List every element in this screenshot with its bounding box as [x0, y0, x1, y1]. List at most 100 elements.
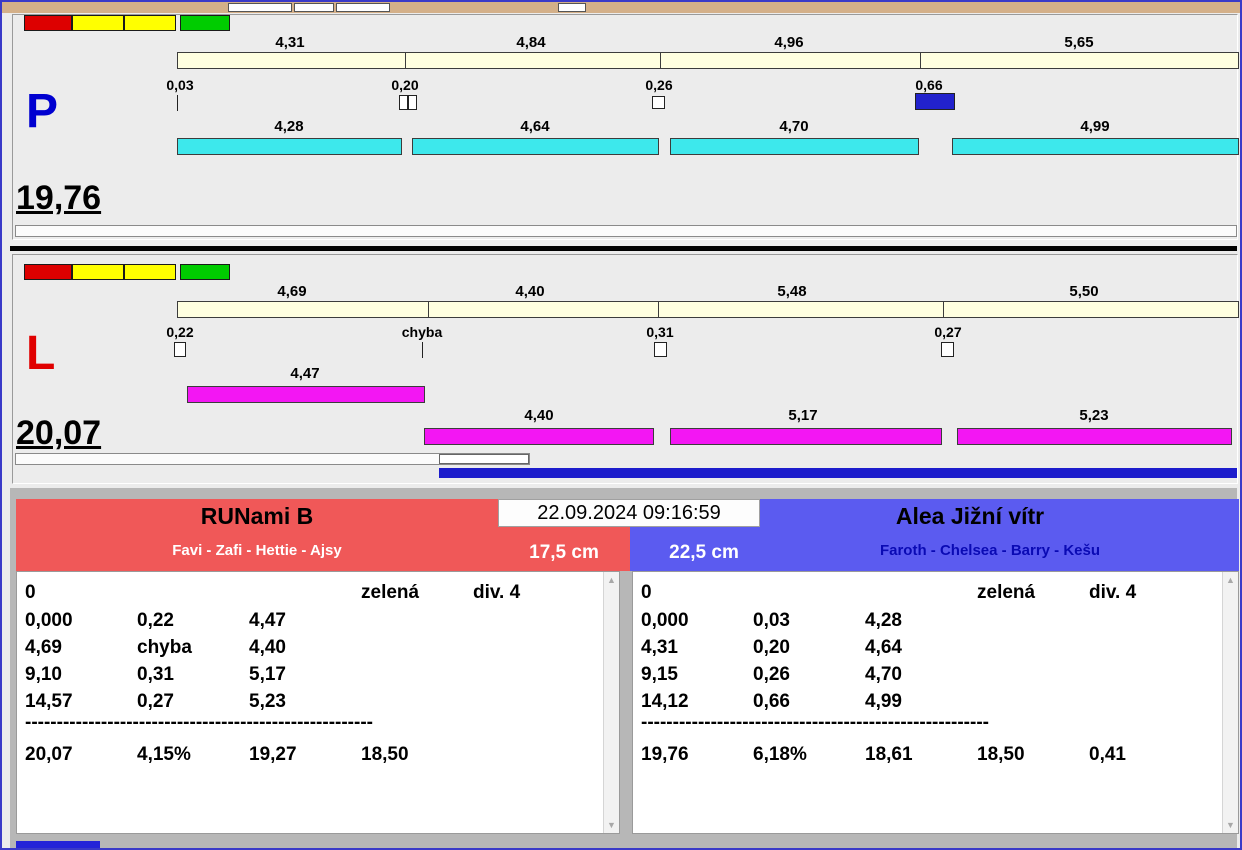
lane-p-split-label: 5,65	[1064, 34, 1094, 51]
titlebar-strip	[2, 2, 1240, 13]
lane-p-letter: P	[26, 85, 59, 138]
lane-p-run-label: 4,64	[520, 118, 550, 135]
total-net: 18,61	[865, 744, 913, 765]
scroll-up-icon[interactable]: ▲	[1223, 572, 1238, 588]
lane-l-change-label: 0,31	[646, 324, 674, 340]
team-left-name: RUNami B	[200, 503, 314, 529]
run-time: 5,17	[249, 664, 286, 685]
split-time: 14,12	[641, 691, 689, 712]
lane-p-run-bar	[412, 138, 659, 155]
result-divider: ----------------------------------------…	[641, 712, 989, 733]
lane-l-change-label: 0,27	[934, 324, 962, 340]
change-marker-box	[652, 96, 665, 109]
run-time: 4,47	[249, 610, 286, 631]
split-time: 4,31	[641, 637, 678, 658]
change-time: 0,31	[137, 664, 174, 685]
lane-p-split-label: 4,31	[275, 34, 305, 51]
lane-l-progress-thumb	[439, 454, 529, 464]
light-label: zelená	[361, 582, 420, 603]
team-left-height: 17,5 cm	[529, 542, 599, 563]
change-marker-box	[941, 342, 954, 357]
result-row: 9,15 0,26 4,70	[641, 664, 977, 686]
results-panel-left: 0 zelená div. 4 0,000 0,22 4,47 4,69 chyba 4,4…	[16, 571, 620, 834]
result-header-row: 0 zelená div. 4	[25, 582, 585, 604]
lane-l-split-label: 4,40	[515, 283, 545, 300]
status-value: 0	[25, 582, 36, 603]
lane-l-run-label: 5,17	[788, 407, 818, 424]
titlebar-fragment	[294, 3, 334, 12]
lane-p-change-label: 0,66	[915, 77, 943, 93]
scroll-down-icon[interactable]: ▼	[604, 817, 619, 833]
result-row: 14,57 0,27 5,23	[25, 691, 361, 713]
split-time: 0,000	[25, 610, 73, 631]
result-row: 4,31 0,20 4,64	[641, 637, 977, 659]
lane-p-run-bar	[177, 138, 402, 155]
run-time: 4,40	[249, 637, 286, 658]
split-time: 9,15	[641, 664, 678, 685]
result-row: 14,12 0,66 4,99	[641, 691, 977, 713]
lane-p-change-label: 0,26	[645, 77, 673, 93]
lane-l-split-label: 4,69	[277, 283, 307, 300]
status-light-yellow	[72, 15, 124, 31]
change-time: 0,27	[137, 691, 174, 712]
lane-p-split-label: 4,96	[774, 34, 804, 51]
total-time: 20,07	[25, 744, 73, 765]
scroll-up-icon[interactable]: ▲	[604, 572, 619, 588]
split-time: 4,69	[25, 637, 62, 658]
status-light-yellow	[72, 264, 124, 280]
change-time: 0,03	[753, 610, 790, 631]
status-light-yellow	[124, 264, 176, 280]
lane-l-split-bar	[177, 301, 1239, 318]
change-tick	[177, 95, 178, 111]
result-row: 0,000 0,22 4,47	[25, 610, 361, 632]
run-time: 5,23	[249, 691, 286, 712]
total-net: 19,27	[249, 744, 297, 765]
titlebar-fragment	[336, 3, 390, 12]
lane-l-blue-bar	[439, 468, 1237, 478]
status-value: 0	[641, 582, 652, 603]
team-right-dogs: Faroth - Chelsea - Barry - Kešu	[879, 542, 1101, 559]
lane-p-split-label: 4,84	[516, 34, 546, 51]
change-time: chyba	[137, 637, 192, 658]
total-time: 19,76	[641, 744, 689, 765]
segment-divider	[658, 302, 659, 317]
lane-p-change-label: 0,20	[391, 77, 419, 93]
change-tick	[422, 342, 423, 358]
lane-p-run-label: 4,99	[1080, 118, 1110, 135]
status-light-green	[180, 15, 230, 31]
titlebar-fragment	[558, 3, 586, 12]
change-marker-box	[654, 342, 667, 357]
split-time: 0,000	[641, 610, 689, 631]
lane-l-run-label: 4,40	[524, 407, 554, 424]
status-light-green	[180, 264, 230, 280]
scrollbar[interactable]: ▲ ▼	[1222, 572, 1238, 833]
total-diff: 0,41	[1089, 744, 1126, 765]
segment-divider	[943, 302, 944, 317]
result-totals-row: 19,76 6,18% 18,61 18,50 0,41	[641, 744, 1201, 766]
lane-l-run-bar	[957, 428, 1232, 445]
run-time: 4,64	[865, 637, 902, 658]
lane-l-first-run-label: 4,47	[290, 365, 320, 382]
segment-divider	[428, 302, 429, 317]
total-ref: 18,50	[361, 744, 409, 765]
status-light-red	[24, 264, 72, 280]
result-row: 4,69 chyba 4,40	[25, 637, 361, 659]
titlebar-fragment	[228, 3, 292, 12]
scroll-down-icon[interactable]: ▼	[1223, 817, 1238, 833]
light-label: zelená	[977, 582, 1036, 603]
result-header-row: 0 zelená div. 4	[641, 582, 1201, 604]
change-marker-blue	[915, 93, 955, 110]
lane-l-total: 20,07	[16, 414, 102, 452]
scrollbar[interactable]: ▲ ▼	[603, 572, 619, 833]
division-label: div. 4	[473, 582, 521, 603]
timestamp: 22.09.2024 09:16:59	[498, 499, 760, 527]
result-divider: ----------------------------------------…	[25, 712, 373, 733]
segment-divider	[660, 53, 661, 68]
lane-p-run-bar	[952, 138, 1239, 155]
lane-p-total: 19,76	[16, 179, 102, 217]
lane-p-run-label: 4,28	[274, 118, 304, 135]
segment-divider	[920, 53, 921, 68]
run-time: 4,28	[865, 610, 902, 631]
change-marker-box	[399, 95, 408, 110]
lane-l-change-label: chyba	[401, 324, 443, 340]
